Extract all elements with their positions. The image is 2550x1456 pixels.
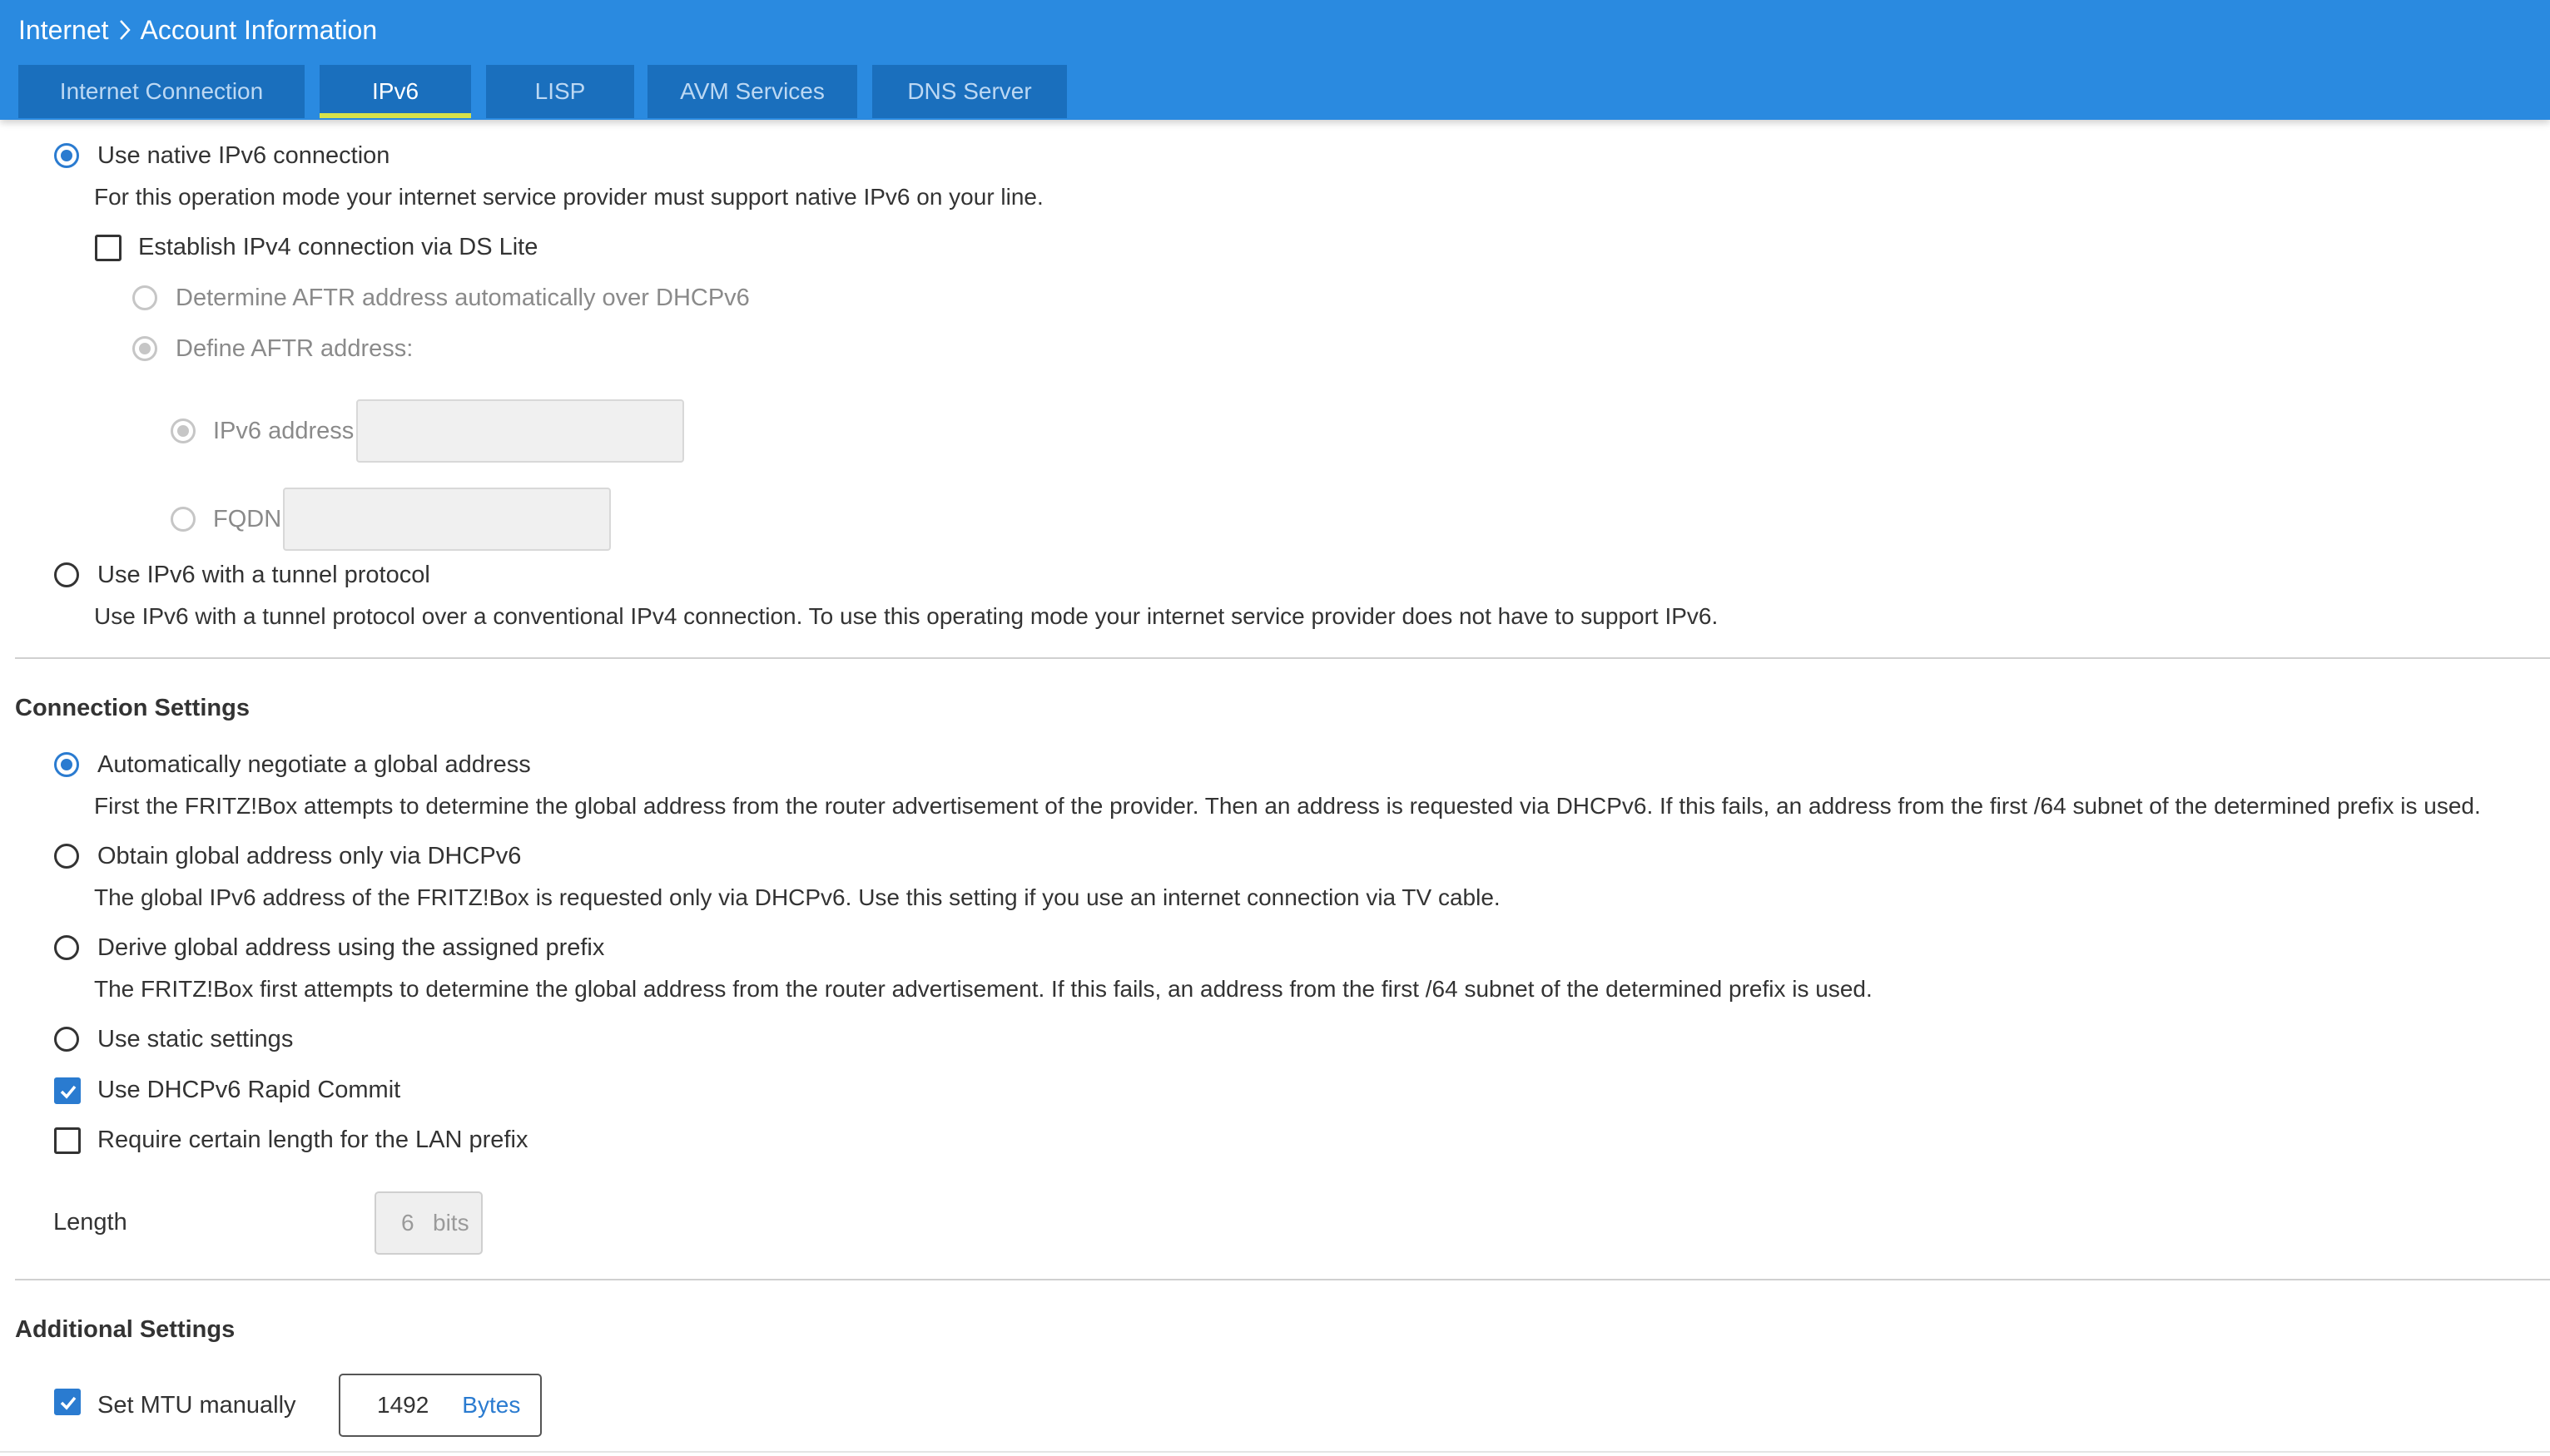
ipv6-address-label: IPv6 address	[213, 418, 355, 444]
breadcrumb: Internet Account Information	[18, 12, 377, 48]
connection-settings-title: Connection Settings	[15, 695, 250, 721]
additional-settings-title: Additional Settings	[15, 1316, 236, 1343]
tunnel-protocol-radio[interactable]	[54, 562, 79, 587]
derive-prefix-label: Derive global address using the assigned…	[97, 934, 605, 961]
top-bar: Internet Account Information Internet Co…	[0, 0, 2550, 120]
length-label: Length	[53, 1209, 127, 1236]
chevron-right-icon	[119, 20, 131, 40]
aftr-define-radio[interactable]	[132, 336, 157, 361]
ipv6-address-radio[interactable]	[171, 418, 196, 443]
tunnel-protocol-label: Use IPv6 with a tunnel protocol	[97, 562, 430, 588]
tab-dns-server[interactable]: DNS Server	[872, 65, 1067, 118]
dslite-checkbox[interactable]	[95, 235, 122, 261]
tab-label: LISP	[534, 78, 586, 104]
dhcpv6-only-radio[interactable]	[54, 844, 79, 869]
auto-negotiate-radio[interactable]	[54, 752, 79, 777]
checkmark-icon	[60, 1085, 77, 1099]
derive-prefix-description: The FRITZ!Box first attempts to determin…	[94, 976, 1873, 1002]
native-ipv6-label: Use native IPv6 connection	[97, 142, 390, 169]
auto-negotiate-description: First the FRITZ!Box attempts to determin…	[94, 793, 2481, 819]
mtu-unit: Bytes	[462, 1392, 521, 1418]
dhcpv6-only-description: The global IPv6 address of the FRITZ!Box…	[94, 884, 1501, 910]
fqdn-input[interactable]	[283, 488, 611, 551]
aftr-auto-radio[interactable]	[132, 285, 157, 310]
tab-avm-services[interactable]: AVM Services	[647, 65, 857, 118]
auto-negotiate-label: Automatically negotiate a global address	[97, 751, 531, 778]
tab-lisp[interactable]: LISP	[486, 65, 634, 118]
bottom-divider	[0, 1451, 2550, 1453]
tab-label: IPv6	[371, 78, 419, 104]
tab-label: AVM Services	[680, 78, 825, 104]
aftr-auto-label: Determine AFTR address automatically ove…	[176, 285, 750, 311]
tab-label: Internet Connection	[59, 78, 264, 104]
tunnel-protocol-description: Use IPv6 with a tunnel protocol over a c…	[94, 603, 1719, 629]
native-ipv6-radio[interactable]	[54, 143, 79, 168]
ipv6-address-input[interactable]	[356, 399, 684, 463]
static-settings-radio[interactable]	[54, 1027, 79, 1052]
tab-internet-connection[interactable]: Internet Connection	[18, 65, 305, 118]
length-unit: bits	[433, 1210, 469, 1236]
static-settings-label: Use static settings	[97, 1026, 294, 1052]
checkmark-icon	[60, 1396, 77, 1410]
aftr-define-label: Define AFTR address:	[176, 335, 414, 362]
rapid-commit-label: Use DHCPv6 Rapid Commit	[97, 1077, 401, 1103]
dhcpv6-only-label: Obtain global address only via DHCPv6	[97, 843, 522, 869]
breadcrumb-parent[interactable]: Internet	[18, 15, 109, 46]
lan-prefix-label: Require certain length for the LAN prefi…	[97, 1127, 528, 1153]
fqdn-radio[interactable]	[171, 507, 196, 532]
mtu-input[interactable]: 1492 Bytes	[339, 1374, 542, 1437]
length-value: 6	[401, 1210, 414, 1236]
derive-prefix-radio[interactable]	[54, 935, 79, 960]
tab-ipv6[interactable]: IPv6	[320, 65, 471, 118]
dslite-label: Establish IPv4 connection via DS Lite	[138, 234, 538, 260]
rapid-commit-checkbox[interactable]	[54, 1077, 81, 1104]
mtu-label: Set MTU manually	[97, 1392, 296, 1419]
divider	[15, 1279, 2550, 1280]
fqdn-label: FQDN	[213, 506, 282, 532]
length-input[interactable]: 6 bits	[375, 1191, 483, 1255]
tab-label: DNS Server	[907, 78, 1032, 104]
lan-prefix-checkbox[interactable]	[54, 1127, 81, 1154]
breadcrumb-current: Account Information	[140, 14, 378, 45]
mtu-checkbox[interactable]	[54, 1389, 81, 1415]
divider	[15, 657, 2550, 659]
native-ipv6-description: For this operation mode your internet se…	[94, 184, 1044, 210]
mtu-value: 1492	[377, 1392, 429, 1418]
